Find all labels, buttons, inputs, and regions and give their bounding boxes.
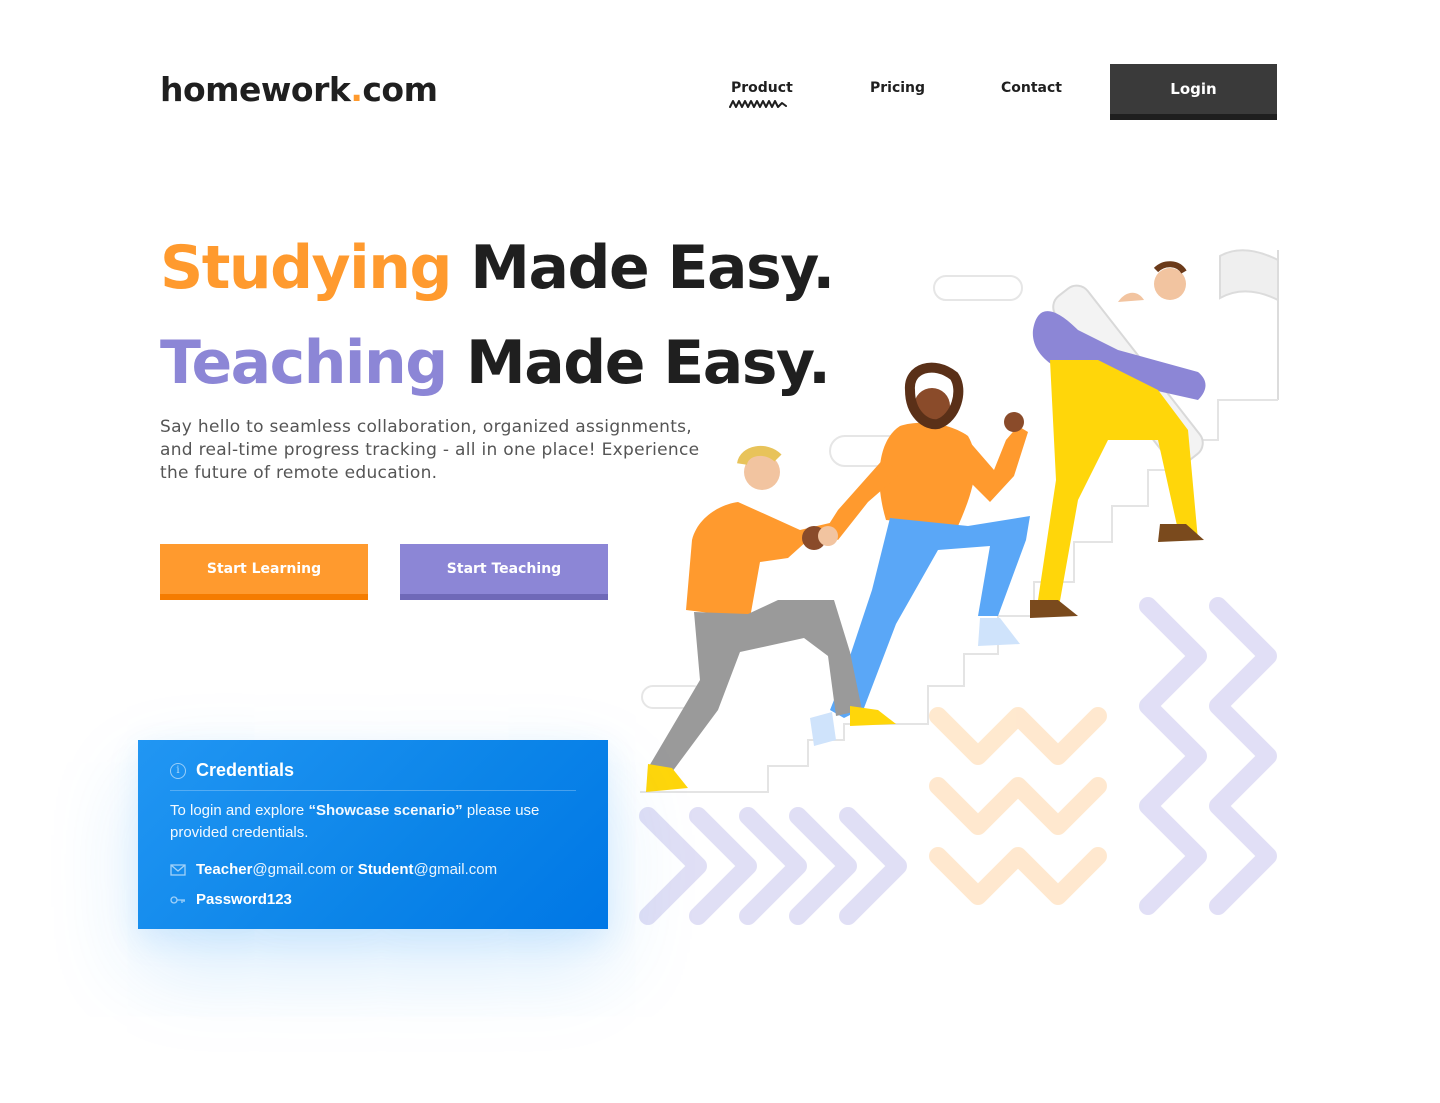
credentials-desc-highlight: “Showcase scenario” — [308, 802, 463, 819]
credentials-description: To login and explore “Showcase scenario”… — [170, 800, 590, 844]
logo[interactable]: homework.com — [160, 70, 438, 109]
student-username: Student — [357, 861, 414, 878]
headline-accent-teaching: Teaching — [160, 328, 448, 398]
teacher-email-domain: @gmail.com — [252, 861, 336, 878]
credentials-password: Password123 — [196, 891, 292, 908]
start-teaching-button[interactable]: Start Teaching — [400, 544, 608, 600]
logo-name: homework — [160, 70, 351, 109]
logo-dot: . — [350, 70, 363, 109]
nav-product[interactable]: Product — [731, 80, 793, 96]
squiggle-underline-icon — [729, 100, 787, 108]
teacher-username: Teacher — [196, 861, 253, 878]
student-email-domain: @gmail.com — [413, 861, 498, 878]
nav-contact[interactable]: Contact — [1001, 80, 1062, 96]
credentials-card: i Credentials To login and explore “Show… — [138, 740, 608, 929]
key-icon — [170, 895, 185, 904]
credentials-title: Credentials — [196, 760, 295, 780]
credentials-desc-before: To login and explore — [170, 802, 309, 819]
login-button[interactable]: Login — [1110, 64, 1277, 120]
headline-accent-studying: Studying — [160, 233, 452, 303]
mail-icon — [170, 863, 186, 876]
start-learning-button[interactable]: Start Learning — [160, 544, 368, 600]
nav-pricing[interactable]: Pricing — [870, 80, 925, 96]
credentials-email-row: Teacher @gmail.com or Student @gmail.com — [170, 861, 497, 878]
hero-illustration — [639, 249, 1279, 930]
credentials-header: i Credentials — [170, 760, 576, 791]
info-icon: i — [170, 763, 186, 779]
credentials-or: or — [336, 861, 358, 878]
credentials-password-row: Password123 — [170, 891, 292, 908]
hero-subtext: Say hello to seamless collaboration, org… — [160, 417, 700, 483]
logo-tld: com — [362, 70, 438, 109]
